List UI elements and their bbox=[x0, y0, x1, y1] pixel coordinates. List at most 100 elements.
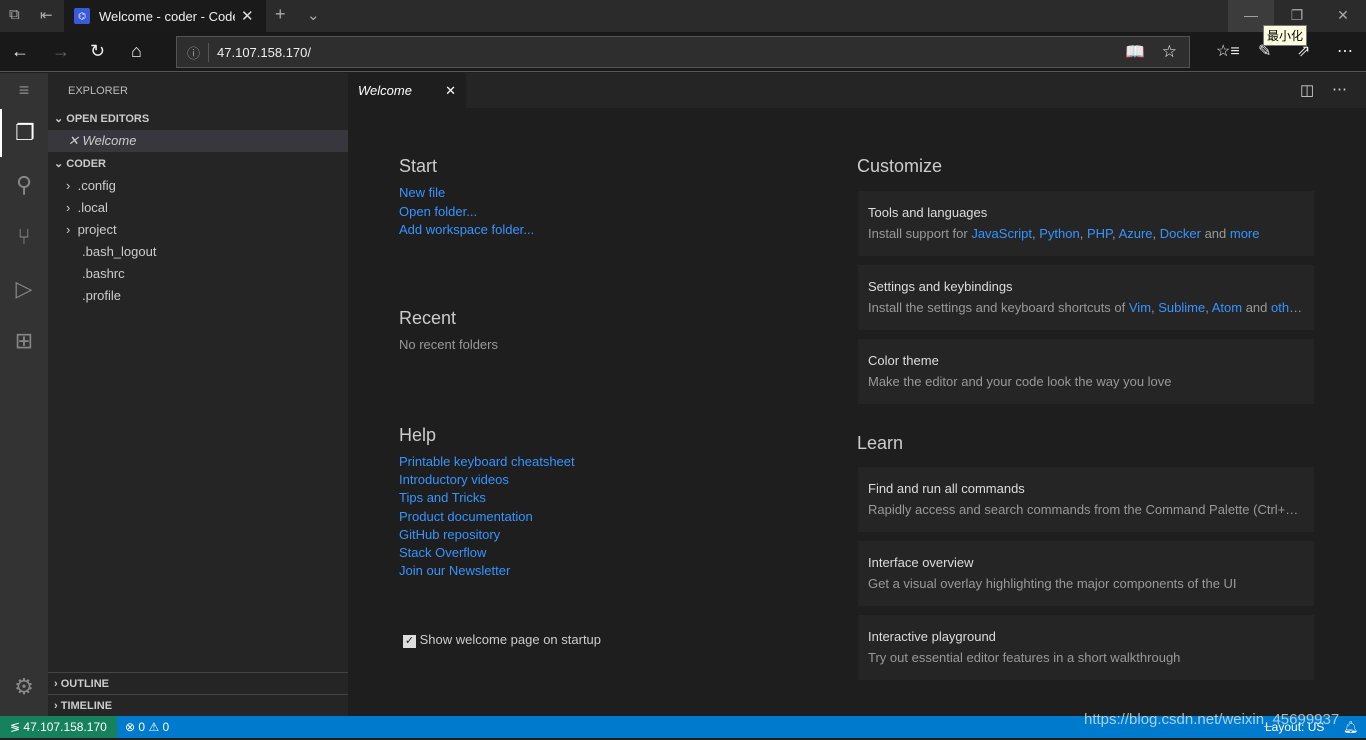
source-control-icon[interactable]: ⑂ bbox=[0, 213, 48, 261]
chevron-right-icon: › bbox=[66, 222, 71, 237]
back-icon[interactable]: ← bbox=[11, 41, 29, 62]
section-label: OUTLINE bbox=[60, 678, 110, 690]
site-info-icon[interactable]: ⓘ bbox=[187, 42, 210, 62]
close-window-button[interactable]: ✕ bbox=[1320, 0, 1366, 32]
explorer-icon[interactable]: ❐ bbox=[0, 109, 48, 157]
remote-indicator[interactable]: ≶ 47.107.158.170 bbox=[0, 716, 117, 738]
problems-indicator[interactable]: ⊗ 0 ⚠ 0 bbox=[125, 716, 169, 738]
run-debug-icon[interactable]: ▷ bbox=[0, 265, 48, 313]
help-link[interactable]: Tips and Tricks bbox=[399, 490, 486, 505]
checkbox-checked[interactable]: ✓ bbox=[403, 635, 416, 648]
atom-link[interactable]: Atom bbox=[1212, 300, 1242, 315]
tree-item[interactable]: › project bbox=[48, 219, 348, 241]
tree-item[interactable]: .profile bbox=[48, 285, 348, 307]
customize-heading: Customize bbox=[857, 156, 943, 176]
card-title: Interactive playground bbox=[868, 629, 996, 644]
card-desc: Install the settings and keyboard shortc… bbox=[868, 300, 1304, 315]
forward-icon[interactable]: → bbox=[52, 41, 70, 62]
card-title: Color theme bbox=[868, 353, 939, 368]
search-icon[interactable]: ⚲ bbox=[0, 161, 48, 209]
tab-title: Welcome - coder - Code bbox=[99, 8, 235, 24]
help-link[interactable]: GitHub repository bbox=[399, 527, 500, 542]
set-aside-tabs-icon[interactable]: ⇤ bbox=[40, 6, 53, 24]
timeline-section[interactable]: › TIMELINE bbox=[48, 694, 348, 716]
url-text[interactable]: 47.107.158.170/ bbox=[217, 45, 311, 60]
settings-gear-icon[interactable]: ⚙ bbox=[0, 663, 48, 711]
coder-folder-section[interactable]: ⌄ CODER bbox=[48, 153, 348, 175]
notifications-bell-icon[interactable]: 🔔︎ bbox=[1343, 716, 1358, 738]
open-editors-section[interactable]: ⌄ OPEN EDITORS bbox=[48, 108, 348, 130]
help-link[interactable]: Stack Overflow bbox=[399, 545, 486, 560]
remote-icon: ≶ bbox=[10, 720, 21, 734]
tree-item[interactable]: .bashrc bbox=[48, 263, 348, 285]
address-bar[interactable]: ⓘ 47.107.158.170/ 📖 ☆ bbox=[176, 36, 1190, 68]
tree-item-label: .config bbox=[77, 178, 116, 193]
favorite-star-icon[interactable]: ☆ bbox=[1162, 42, 1177, 62]
vscode-favicon-icon: ⌬ bbox=[74, 8, 90, 24]
section-label: CODER bbox=[66, 158, 107, 170]
extensions-icon[interactable]: ⊞ bbox=[0, 317, 48, 365]
docker-link[interactable]: Docker bbox=[1160, 226, 1201, 241]
card-desc: Get a visual overlay highlighting the ma… bbox=[868, 576, 1237, 591]
new-file-link[interactable]: New file bbox=[399, 185, 445, 200]
close-icon[interactable]: ✕ bbox=[445, 73, 456, 108]
help-link[interactable]: Introductory videos bbox=[399, 472, 509, 487]
explorer-sidebar: EXPLORER ⌄ OPEN EDITORS ✕ Welcome ⌄ CODE… bbox=[48, 73, 348, 716]
reading-view-icon[interactable]: 📖 bbox=[1125, 42, 1145, 62]
add-workspace-folder-link[interactable]: Add workspace folder... bbox=[399, 222, 534, 237]
favorites-icon[interactable]: ☆≡ bbox=[1216, 41, 1240, 61]
tree-item[interactable]: › .config bbox=[48, 175, 348, 197]
split-editor-icon[interactable]: ◫ bbox=[1300, 81, 1314, 99]
tooltip: 最小化 bbox=[1263, 25, 1308, 46]
outline-section[interactable]: › OUTLINE bbox=[48, 672, 348, 694]
menu-icon[interactable]: ≡ bbox=[0, 66, 48, 114]
python-link[interactable]: Python bbox=[1039, 226, 1079, 241]
javascript-link[interactable]: JavaScript bbox=[971, 226, 1032, 241]
refresh-icon[interactable]: ↻ bbox=[90, 41, 105, 62]
more-icon[interactable]: ⋯ bbox=[1337, 41, 1353, 61]
startup-checkbox-row[interactable]: ✓ Show welcome page on startup bbox=[403, 632, 601, 648]
welcome-page: Start New file Open folder... Add worksp… bbox=[348, 108, 1366, 716]
interactive-playground-card[interactable]: Interactive playground Try out essential… bbox=[858, 615, 1314, 680]
tab-preview-chevron-icon[interactable]: ⌄ bbox=[307, 6, 320, 24]
tree-item-label: .local bbox=[77, 200, 108, 215]
more-link[interactable]: more bbox=[1230, 226, 1260, 241]
card-desc: Install support for JavaScript, Python, … bbox=[868, 226, 1260, 241]
tree-item[interactable]: .bash_logout bbox=[48, 241, 348, 263]
welcome-tab[interactable]: Welcome ✕ bbox=[348, 73, 466, 108]
settings-keybindings-card[interactable]: Settings and keybindings Install the set… bbox=[858, 265, 1314, 330]
interface-overview-card[interactable]: Interface overview Get a visual overlay … bbox=[858, 541, 1314, 606]
help-link[interactable]: Printable keyboard cheatsheet bbox=[399, 454, 575, 469]
tree-item[interactable]: › .local bbox=[48, 197, 348, 219]
remote-host: 47.107.158.170 bbox=[23, 720, 107, 734]
tab-actions-icon[interactable]: ⧉ bbox=[9, 6, 20, 23]
card-title: Interface overview bbox=[868, 555, 974, 570]
close-tab-icon[interactable]: ✕ bbox=[241, 7, 254, 25]
section-label: OPEN EDITORS bbox=[66, 113, 150, 125]
browser-tab[interactable]: ⌬ Welcome - coder - Code ✕ bbox=[64, 0, 266, 32]
error-count: 0 bbox=[138, 720, 146, 734]
card-title: Settings and keybindings bbox=[868, 279, 1013, 294]
open-editor-item[interactable]: ✕ Welcome bbox=[48, 130, 348, 152]
help-link[interactable]: Join our Newsletter bbox=[399, 563, 510, 578]
azure-link[interactable]: Azure bbox=[1119, 226, 1153, 241]
home-icon[interactable]: ⌂ bbox=[131, 41, 142, 62]
find-commands-card[interactable]: Find and run all commands Rapidly access… bbox=[858, 467, 1314, 532]
others-link[interactable]: others bbox=[1271, 300, 1304, 315]
open-folder-link[interactable]: Open folder... bbox=[399, 204, 477, 219]
card-title: Find and run all commands bbox=[868, 481, 1025, 496]
more-actions-icon[interactable]: ⋯ bbox=[1332, 80, 1347, 98]
help-link[interactable]: Product documentation bbox=[399, 509, 533, 524]
desc-text: Install support for bbox=[868, 226, 972, 241]
color-theme-card[interactable]: Color theme Make the editor and your cod… bbox=[858, 339, 1314, 404]
new-tab-icon[interactable]: + bbox=[275, 4, 286, 25]
sublime-link[interactable]: Sublime bbox=[1158, 300, 1205, 315]
close-icon[interactable]: ✕ bbox=[68, 133, 79, 148]
desc-text: and bbox=[1200, 226, 1230, 241]
tools-languages-card[interactable]: Tools and languages Install support for … bbox=[858, 191, 1314, 256]
start-heading: Start bbox=[399, 156, 438, 176]
vim-link[interactable]: Vim bbox=[1129, 300, 1151, 315]
php-link[interactable]: PHP bbox=[1087, 226, 1112, 241]
tree-item-label: .bashrc bbox=[82, 266, 125, 281]
checkbox-label: Show welcome page on startup bbox=[419, 632, 602, 647]
